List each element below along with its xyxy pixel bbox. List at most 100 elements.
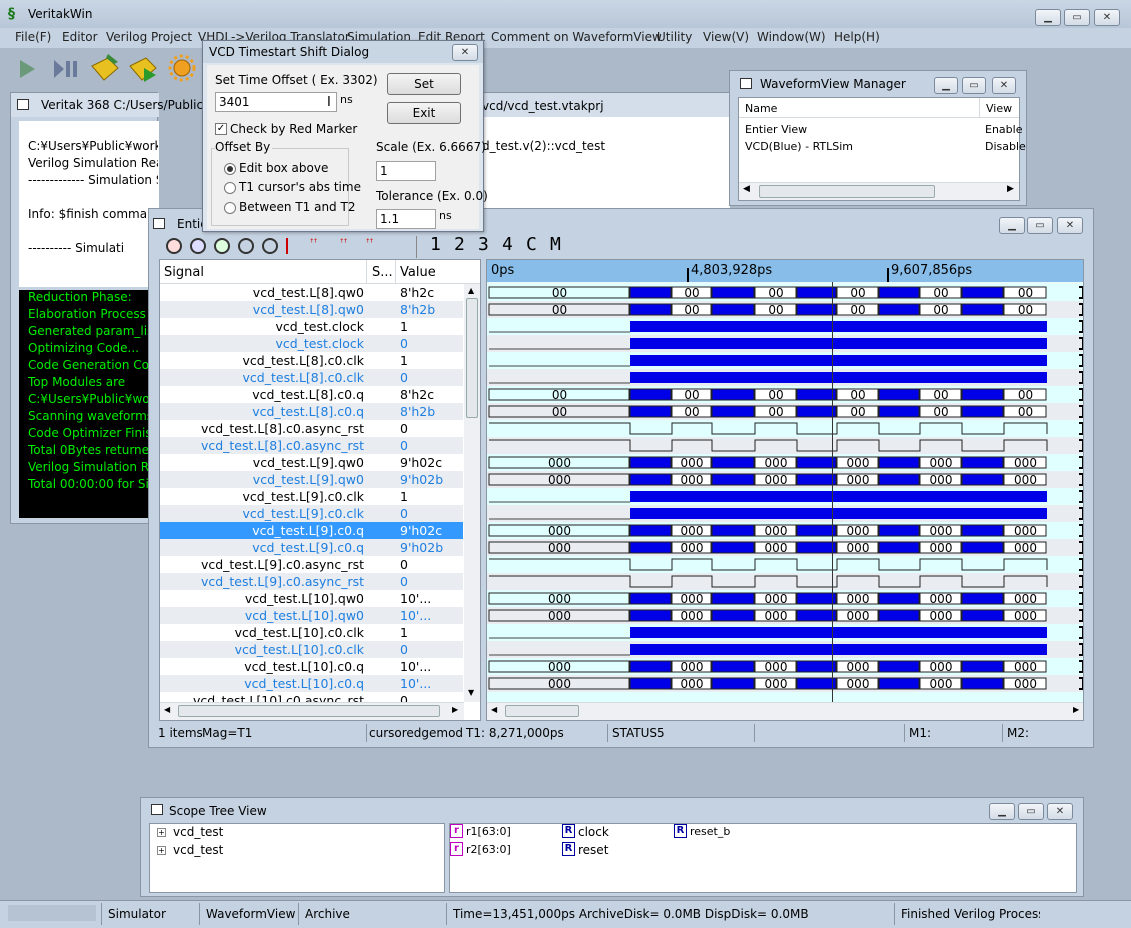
marker-edge-icon[interactable]: ꜛꜛ bbox=[310, 238, 332, 254]
tree-expand-icon[interactable]: + bbox=[157, 846, 166, 855]
signal-row[interactable]: vcd_test.L[10].c0.q 10'... bbox=[160, 675, 463, 692]
menu-help[interactable]: Help(H) bbox=[834, 30, 880, 44]
signal-row[interactable]: vcd_test.L[9].qw0 9'h02b bbox=[160, 471, 463, 488]
signal-row[interactable]: vcd_test.L[10].c0.clk 0 bbox=[160, 641, 463, 658]
signal-row[interactable]: vcd_test.L[10].c0.q 10'... bbox=[160, 658, 463, 675]
manager-row-name[interactable]: Entier View bbox=[745, 123, 807, 136]
scroll-thumb[interactable] bbox=[759, 185, 935, 198]
marker-m-button[interactable]: M bbox=[550, 234, 561, 255]
signal-row[interactable]: vcd_test.L[8].c0.q 8'h2b bbox=[160, 403, 463, 420]
manager-hscrollbar[interactable]: ◀ ▶ bbox=[739, 182, 1019, 200]
zoom-right-icon[interactable] bbox=[262, 238, 278, 254]
manager-row-view[interactable]: Disable bbox=[985, 140, 1026, 153]
scope-close-button[interactable]: ✕ bbox=[1047, 803, 1073, 820]
signal-hscrollbar[interactable]: ◀ ▶ bbox=[160, 702, 464, 720]
scope-item[interactable]: reset_b bbox=[690, 825, 730, 838]
signal-row[interactable]: vcd_test.L[8].c0.clk 1 bbox=[160, 352, 463, 369]
menu-window[interactable]: Window(W) bbox=[757, 30, 826, 44]
scope-minimize-button[interactable]: ▁ bbox=[989, 803, 1015, 820]
scroll-right-icon[interactable]: ▶ bbox=[452, 705, 458, 714]
compile-icon[interactable] bbox=[88, 52, 122, 84]
waveform-minimize-button[interactable]: ▁ bbox=[999, 217, 1025, 234]
menu-file[interactable]: File(F) bbox=[15, 30, 51, 44]
manager-row-view[interactable]: Enable bbox=[985, 123, 1022, 136]
minimize-button[interactable]: ▁ bbox=[1035, 9, 1061, 26]
marker-4-button[interactable]: 4 bbox=[502, 234, 513, 255]
signal-row[interactable]: vcd_test.L[8].c0.clk 0 bbox=[160, 369, 463, 386]
maximize-button[interactable]: ▭ bbox=[1064, 9, 1090, 26]
tree-expand-icon[interactable]: + bbox=[157, 828, 166, 837]
scope-maximize-button[interactable]: ▭ bbox=[1018, 803, 1044, 820]
zoom-fit-icon[interactable] bbox=[166, 238, 182, 254]
scroll-up-icon[interactable]: ▲ bbox=[468, 286, 474, 295]
signal-row[interactable]: vcd_test.L[9].c0.clk 1 bbox=[160, 488, 463, 505]
tree-node[interactable]: vcd_test bbox=[173, 843, 223, 857]
menu-comment[interactable]: Comment on WaveformView bbox=[491, 30, 662, 44]
signal-row[interactable]: vcd_test.L[8].c0.async_rst 0 bbox=[160, 437, 463, 454]
signal-row[interactable]: vcd_test.L[9].c0.async_rst 0 bbox=[160, 573, 463, 590]
zoom-left-icon[interactable] bbox=[238, 238, 254, 254]
marker-1-button[interactable]: 1 bbox=[430, 234, 441, 255]
run-icon[interactable] bbox=[17, 58, 37, 80]
tree-node[interactable]: vcd_test bbox=[173, 825, 223, 839]
scope-item[interactable]: r1[63:0] bbox=[466, 825, 511, 838]
zoom-out-icon[interactable] bbox=[214, 238, 230, 254]
waveform-maximize-button[interactable]: ▭ bbox=[1027, 217, 1053, 234]
scope-item[interactable]: r2[63:0] bbox=[466, 843, 511, 856]
manager-col-name[interactable]: Name bbox=[745, 102, 777, 115]
signal-row[interactable]: vcd_test.L[10].c0.async_rst 0 bbox=[160, 692, 463, 702]
manager-minimize-button[interactable]: ▁ bbox=[934, 77, 958, 94]
signal-vscrollbar[interactable]: ▲ ▼ bbox=[464, 284, 480, 702]
red-marker-checkbox[interactable]: ✓ bbox=[215, 123, 227, 135]
scroll-right-icon[interactable]: ▶ bbox=[1073, 705, 1079, 714]
scope-item[interactable]: clock bbox=[578, 825, 609, 839]
scope-item[interactable]: reset bbox=[578, 843, 608, 857]
signal-row[interactable]: vcd_test.L[8].qw0 8'h2c bbox=[160, 284, 463, 301]
manager-row-name[interactable]: VCD(Blue) - RTLSim bbox=[745, 140, 853, 153]
radio-t1-cursor[interactable] bbox=[224, 182, 236, 194]
signal-row[interactable]: vcd_test.L[8].c0.async_rst 0 bbox=[160, 420, 463, 437]
radio-edit-box[interactable] bbox=[224, 163, 236, 175]
radio-between[interactable] bbox=[224, 202, 236, 214]
col-s[interactable]: S... bbox=[372, 265, 393, 280]
signal-row[interactable]: vcd_test.L[9].c0.clk 0 bbox=[160, 505, 463, 522]
set-button[interactable]: Set bbox=[387, 73, 461, 95]
signal-row[interactable]: vcd_test.L[8].c0.q 8'h2c bbox=[160, 386, 463, 403]
manager-col-view[interactable]: View bbox=[986, 102, 1012, 115]
close-button[interactable]: ✕ bbox=[1094, 9, 1120, 26]
scroll-thumb[interactable] bbox=[178, 705, 440, 717]
scroll-left-icon[interactable]: ◀ bbox=[491, 705, 497, 714]
signal-row[interactable]: vcd_test.L[10].qw0 10'... bbox=[160, 607, 463, 624]
scroll-right-icon[interactable]: ▶ bbox=[1007, 184, 1014, 194]
signal-row[interactable]: vcd_test.clock 1 bbox=[160, 318, 463, 335]
col-value[interactable]: Value bbox=[400, 265, 436, 280]
signal-row[interactable]: vcd_test.L[8].qw0 8'h2b bbox=[160, 301, 463, 318]
col-signal[interactable]: Signal bbox=[164, 265, 204, 280]
signal-row[interactable]: vcd_test.L[10].qw0 10'... bbox=[160, 590, 463, 607]
waveform-close-button[interactable]: ✕ bbox=[1057, 217, 1083, 234]
offset-input[interactable]: 3401 bbox=[215, 92, 337, 112]
cursor-t1[interactable] bbox=[832, 282, 833, 702]
wave-canvas[interactable]: 00 00 00 00 00 0000 00 00 00 00 0000 00 00 00 00 0000 00… bbox=[487, 284, 1084, 702]
exit-button[interactable]: Exit bbox=[387, 102, 461, 124]
tolerance-input[interactable]: 1.1 bbox=[376, 209, 436, 229]
scroll-left-icon[interactable]: ◀ bbox=[164, 705, 170, 714]
signal-row[interactable]: vcd_test.clock 0 bbox=[160, 335, 463, 352]
marker-c-button[interactable]: C bbox=[526, 234, 537, 255]
scale-input[interactable]: 1 bbox=[376, 161, 436, 181]
scroll-down-icon[interactable]: ▼ bbox=[468, 688, 474, 697]
compile-run-icon[interactable] bbox=[126, 52, 160, 84]
scroll-thumb[interactable] bbox=[505, 705, 579, 717]
scroll-left-icon[interactable]: ◀ bbox=[743, 184, 750, 194]
manager-close-button[interactable]: ✕ bbox=[992, 77, 1016, 94]
marker-edge2-icon[interactable]: ꜛꜛ bbox=[340, 238, 362, 254]
marker-3-button[interactable]: 3 bbox=[478, 234, 489, 255]
signal-row[interactable]: vcd_test.L[9].qw0 9'h02c bbox=[160, 454, 463, 471]
settings-sun-icon[interactable] bbox=[168, 53, 196, 83]
menu-utility[interactable]: Utility bbox=[657, 30, 692, 44]
step-icon[interactable] bbox=[52, 58, 82, 80]
signal-row[interactable]: vcd_test.L[9].c0.async_rst 0 bbox=[160, 556, 463, 573]
menu-editor[interactable]: Editor bbox=[62, 30, 98, 44]
wave-hscrollbar[interactable]: ◀ ▶ bbox=[487, 702, 1083, 720]
marker-icon[interactable] bbox=[286, 238, 300, 254]
